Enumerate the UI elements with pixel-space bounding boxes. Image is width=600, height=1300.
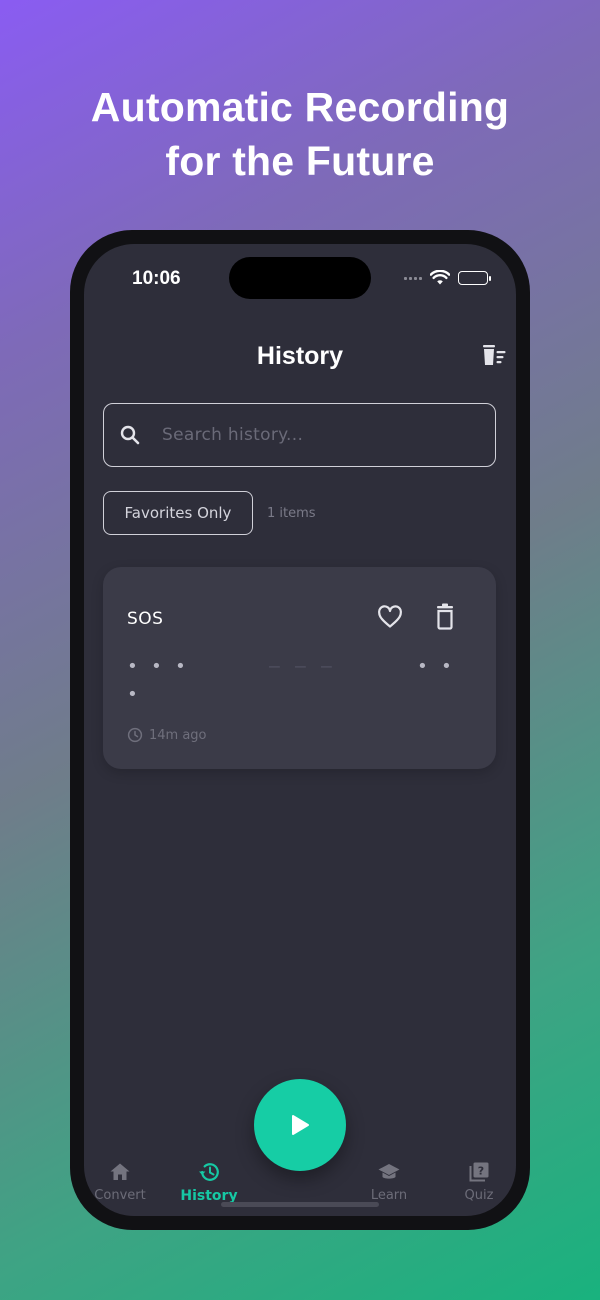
time-ago: 14m ago bbox=[149, 727, 207, 743]
morse-dot: • bbox=[441, 656, 452, 677]
morse-dot: • bbox=[127, 656, 138, 677]
home-icon bbox=[110, 1163, 130, 1180]
app-screen: 10:06 History Favorites Only bbox=[84, 244, 516, 1216]
play-icon bbox=[292, 1115, 309, 1135]
wifi-icon bbox=[430, 270, 450, 285]
morse-code: • • • – – – • • • bbox=[121, 657, 481, 717]
signal-icon bbox=[404, 276, 422, 280]
status-icons bbox=[404, 268, 491, 288]
quiz-icon: ? bbox=[469, 1162, 489, 1182]
graduation-cap-icon bbox=[378, 1164, 400, 1179]
history-icon bbox=[199, 1163, 219, 1181]
dynamic-island bbox=[229, 257, 371, 299]
delete-icon[interactable] bbox=[433, 603, 457, 631]
tab-label: Quiz bbox=[464, 1188, 494, 1203]
clock-icon bbox=[127, 727, 143, 743]
morse-dot: • bbox=[151, 656, 162, 677]
morse-dash: – bbox=[269, 656, 280, 677]
history-item-title: SOS bbox=[127, 609, 164, 629]
morse-dot: • bbox=[417, 656, 428, 677]
headline-line-2: for the Future bbox=[165, 138, 435, 184]
tab-quiz[interactable]: ? Quiz bbox=[439, 1160, 516, 1203]
battery-icon bbox=[458, 271, 491, 285]
morse-dot: • bbox=[127, 684, 138, 705]
tab-label: Convert bbox=[94, 1188, 146, 1203]
tab-label: Learn bbox=[370, 1188, 408, 1203]
headline: Automatic Recording for the Future bbox=[0, 80, 600, 188]
home-indicator bbox=[221, 1202, 379, 1207]
search-box[interactable] bbox=[103, 403, 496, 467]
headline-line-1: Automatic Recording bbox=[90, 84, 510, 130]
clear-history-icon[interactable] bbox=[481, 345, 507, 367]
play-button[interactable] bbox=[254, 1079, 346, 1171]
search-icon bbox=[120, 425, 140, 445]
phone-frame: 10:06 History Favorites Only bbox=[70, 230, 530, 1230]
items-count: 1 items bbox=[267, 506, 316, 521]
status-time: 10:06 bbox=[132, 268, 181, 289]
search-input[interactable] bbox=[162, 418, 482, 452]
history-item-time: 14m ago bbox=[127, 727, 207, 743]
tab-learn[interactable]: Learn bbox=[349, 1160, 429, 1203]
morse-dash: – bbox=[321, 656, 332, 677]
heart-icon[interactable] bbox=[376, 603, 404, 631]
favorites-only-button[interactable]: Favorites Only bbox=[103, 491, 253, 535]
tab-history[interactable]: History bbox=[169, 1160, 249, 1204]
svg-text:?: ? bbox=[478, 1165, 484, 1178]
page-title: History bbox=[256, 342, 344, 370]
tab-convert[interactable]: Convert bbox=[84, 1160, 160, 1203]
morse-dot: • bbox=[175, 656, 186, 677]
morse-dash: – bbox=[295, 656, 306, 677]
history-card[interactable]: SOS • • • – – – • • • 14m ago bbox=[103, 567, 496, 769]
